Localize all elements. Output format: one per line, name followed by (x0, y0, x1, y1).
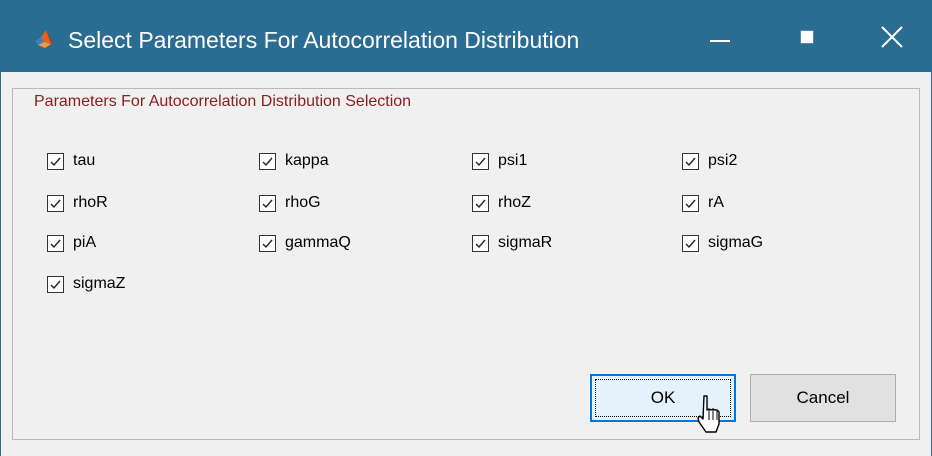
checkbox-label: rA (708, 194, 724, 211)
checkbox-box[interactable] (47, 234, 64, 252)
group-title: Parameters For Autocorrelation Distribut… (31, 92, 415, 112)
checkbox-gammaQ[interactable]: gammaQ (259, 230, 351, 256)
checkbox-box[interactable] (259, 234, 276, 252)
close-button[interactable] (852, 0, 932, 72)
checkmark-icon (50, 199, 61, 208)
checkbox-sigmaZ[interactable]: sigmaZ (47, 271, 125, 297)
checkmark-icon (50, 157, 61, 166)
checkbox-psi1[interactable]: psi1 (472, 148, 527, 174)
checkbox-label: sigmaG (708, 234, 764, 251)
checkmark-icon (475, 157, 486, 166)
checkbox-label: rhoR (73, 194, 108, 211)
checkbox-box[interactable] (259, 152, 276, 170)
checkbox-rhoR[interactable]: rhoR (47, 190, 108, 216)
checkbox-sigmaG[interactable]: sigmaG (682, 230, 763, 256)
maximize-icon (800, 30, 814, 44)
checkbox-rhoG[interactable]: rhoG (259, 190, 321, 216)
checkbox-label: gammaQ (285, 234, 351, 251)
checkbox-label: tau (73, 152, 96, 169)
checkmark-icon (685, 199, 696, 208)
maximize-button[interactable] (770, 0, 850, 72)
checkbox-box[interactable] (47, 152, 64, 170)
checkbox-box[interactable] (472, 194, 489, 212)
checkbox-box[interactable] (682, 234, 699, 252)
checkmark-icon (262, 239, 273, 248)
checkmark-icon (475, 239, 486, 248)
minimize-button[interactable] (676, 0, 756, 72)
dialog-window: Select Parameters For Autocorrelation Di… (0, 0, 932, 456)
checkbox-box[interactable] (47, 194, 64, 212)
checkbox-rA[interactable]: rA (682, 190, 724, 216)
checkmark-icon (475, 199, 486, 208)
cancel-button[interactable]: Cancel (750, 374, 896, 422)
cancel-button-label: Cancel (796, 388, 850, 407)
checkmark-icon (50, 280, 61, 289)
window-title: Select Parameters For Autocorrelation Di… (68, 27, 580, 53)
checkbox-label: sigmaZ (73, 275, 126, 292)
checkbox-label: piA (73, 234, 97, 251)
checkmark-icon (262, 199, 273, 208)
checkbox-sigmaR[interactable]: sigmaR (472, 230, 552, 256)
checkbox-tau[interactable]: tau (47, 148, 95, 174)
checkbox-box[interactable] (47, 275, 64, 293)
checkbox-psi2[interactable]: psi2 (682, 148, 737, 174)
checkbox-label: psi2 (708, 152, 738, 169)
checkbox-label: rhoG (285, 194, 321, 211)
checkmark-icon (262, 157, 273, 166)
checkbox-box[interactable] (682, 152, 699, 170)
checkbox-rhoZ[interactable]: rhoZ (472, 190, 531, 216)
matlab-icon (33, 29, 55, 49)
checkmark-icon (685, 239, 696, 248)
checkbox-box[interactable] (472, 152, 489, 170)
hand-cursor-icon (697, 395, 720, 433)
checkbox-piA[interactable]: piA (47, 230, 96, 256)
checkbox-box[interactable] (259, 194, 276, 212)
checkmark-icon (50, 239, 61, 248)
checkbox-box[interactable] (682, 194, 699, 212)
checkbox-label: rhoZ (498, 194, 531, 211)
close-icon (881, 26, 903, 48)
checkmark-icon (685, 157, 696, 166)
minimize-icon (710, 40, 730, 42)
checkbox-label: psi1 (498, 152, 528, 169)
checkbox-label: sigmaR (498, 234, 553, 251)
checkbox-box[interactable] (472, 234, 489, 252)
title-bar[interactable]: Select Parameters For Autocorrelation Di… (0, 0, 932, 72)
checkbox-kappa[interactable]: kappa (259, 148, 329, 174)
checkbox-label: kappa (285, 152, 329, 169)
